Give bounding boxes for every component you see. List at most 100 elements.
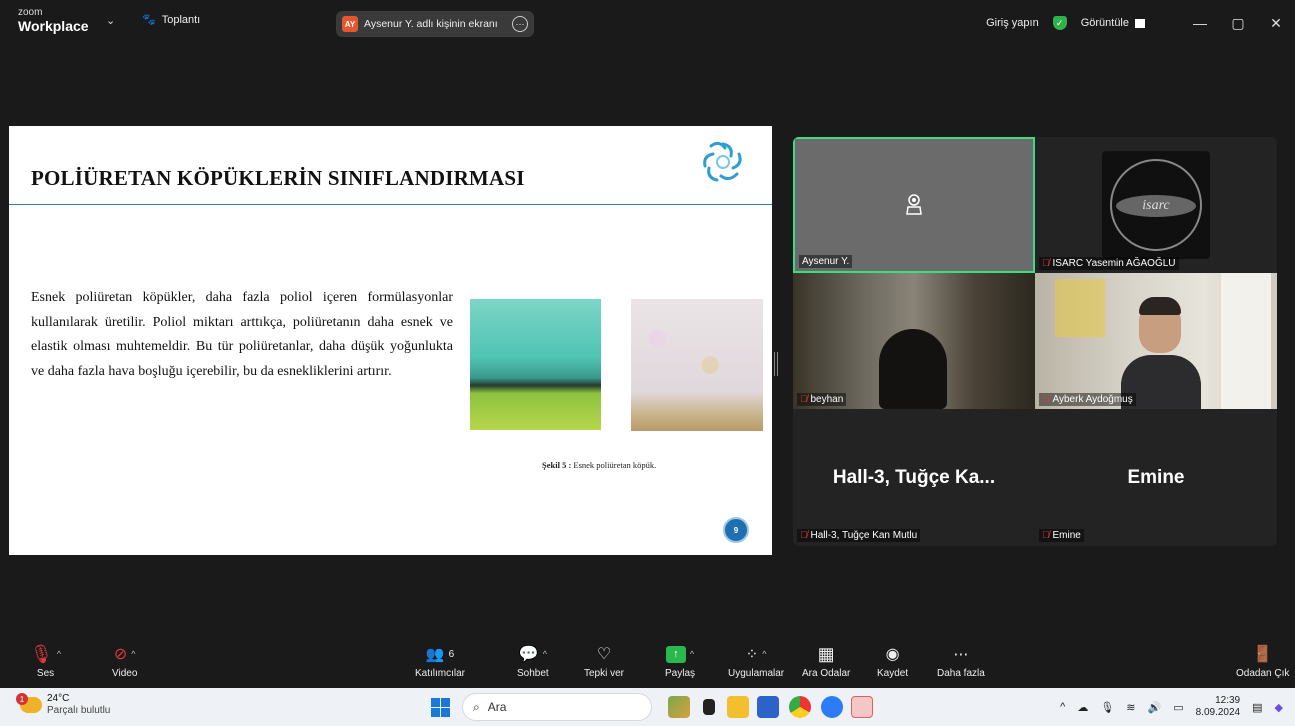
leave-room-button[interactable]: 🚪 Odadan Çık — [1236, 640, 1289, 679]
sign-in-link[interactable]: Giriş yapın — [986, 17, 1039, 29]
title-bar: zoom Workplace ⌄ 🐾 Toplantı AY Aysenur Y… — [0, 0, 1295, 46]
react-button[interactable]: ♡ Tepki ver — [584, 640, 624, 679]
participant-name: beyhan — [810, 394, 844, 405]
camera-off-icon — [906, 194, 922, 215]
weather-condition: Parçalı bulutlu — [47, 705, 111, 716]
notifications-icon[interactable]: ▤ — [1252, 701, 1262, 714]
video-button[interactable]: ⊘ ^ Video — [112, 640, 137, 679]
participant-display-name: Emine — [1127, 467, 1185, 488]
breakout-grid-icon: ▦ — [817, 643, 835, 664]
participants-button[interactable]: 👥 6 Katılımcılar — [415, 640, 465, 679]
caption-label: Şekil 5 : — [542, 460, 572, 470]
word-app-icon[interactable] — [757, 696, 779, 718]
title-divider — [9, 204, 772, 205]
video-off-icon: ⊘ — [113, 646, 128, 663]
zoom-workplace-logo[interactable]: zoom Workplace — [18, 8, 89, 34]
split-view-handle[interactable] — [774, 352, 778, 376]
mic-muted-icon: 🎙 — [30, 643, 53, 664]
muted-mic-icon: 🎙̸ — [1042, 394, 1050, 405]
battery-icon[interactable]: ▭ — [1173, 701, 1183, 714]
screen-share-indicator[interactable]: AY Aysenur Y. adlı kişinin ekranı ··· — [336, 11, 534, 37]
chevron-up-icon[interactable]: ^ — [543, 649, 547, 659]
heart-icon: ♡ — [596, 646, 612, 663]
shared-screen-slide: POLİÜRETAN KÖPÜKLERİN SINIFLANDIRMASI Es… — [9, 126, 772, 555]
bookshelf — [1221, 273, 1271, 409]
participant-name-tag: Aysenur Y. — [799, 255, 853, 268]
chevron-up-icon[interactable]: ^ — [762, 649, 766, 659]
audio-button[interactable]: 🎙 ^ Ses — [30, 640, 61, 680]
more-options-icon[interactable]: ··· — [512, 16, 528, 32]
participant-name-tag: 🎙̸ Ayberk Aydoğmuş — [1039, 393, 1136, 406]
figure-caption: Şekil 5 : Esnek poliüretan köpük. — [542, 460, 656, 470]
slide-body-text: Esnek poliüretan köpükler, daha fazla po… — [31, 290, 453, 379]
chevron-up-icon[interactable]: ^ — [57, 649, 61, 659]
participant-tile[interactable]: Emine 🎙̸ Emine — [1035, 409, 1277, 545]
landscape-app-icon[interactable] — [668, 696, 690, 718]
brand-bottom: Workplace — [18, 18, 89, 34]
apps-button[interactable]: ⁘ ^ Uygulamalar — [728, 640, 784, 679]
chat-button[interactable]: 💬 ^ Sohbet — [517, 640, 549, 679]
participant-tile[interactable]: 🎙̸ Ayberk Aydoğmuş — [1035, 273, 1277, 409]
participant-name: Aysenur Y. — [802, 256, 850, 267]
volume-icon[interactable]: 🔊 — [1148, 701, 1162, 714]
share-screen-icon: ↑ — [665, 645, 686, 663]
record-label: Kaydet — [877, 668, 909, 679]
participant-name-tag: 🎙̸ ISARC Yasemin AĞAOĞLU — [1039, 257, 1179, 270]
chrome-icon[interactable] — [789, 696, 811, 718]
more-button[interactable]: ⋯ Daha fazla — [937, 640, 985, 679]
maximize-button[interactable]: ▢ — [1219, 15, 1257, 32]
wifi-icon[interactable]: ≋ — [1126, 701, 1135, 714]
chat-icon: 💬 — [518, 646, 539, 663]
participant-video — [879, 329, 947, 409]
file-explorer-icon[interactable] — [727, 696, 749, 718]
windows-start-icon[interactable] — [431, 698, 450, 717]
view-grid-icon — [1135, 18, 1145, 28]
muted-mic-icon: 🎙̸ — [800, 530, 808, 541]
view-button[interactable]: Görüntüle — [1081, 17, 1145, 29]
task-view-icon[interactable] — [703, 699, 715, 715]
caption-text: Esnek poliüretan köpük. — [571, 460, 657, 470]
chevron-up-icon[interactable]: ^ — [131, 649, 135, 659]
participant-tile[interactable]: Aysenur Y. — [793, 137, 1035, 273]
leave-room-icon: 🚪 — [1252, 646, 1273, 663]
microphone-icon[interactable]: 🎙 — [1100, 701, 1114, 714]
clock-date: 8.09.2024 — [1195, 707, 1241, 718]
zoom-taskbar-icon[interactable] — [821, 696, 843, 718]
share-button[interactable]: ↑ ^ Paylaş — [665, 640, 695, 679]
search-placeholder: Ara — [487, 700, 507, 714]
participant-gallery: Aysenur Y. isarc 🎙̸ ISARC Yasemin AĞAOĞLU… — [793, 137, 1277, 546]
participant-name: Emine — [1052, 530, 1081, 541]
breakout-label: Ara Odalar — [802, 668, 851, 679]
view-label: Görüntüle — [1080, 17, 1129, 29]
participant-name-tag: 🎙̸ beyhan — [797, 393, 847, 406]
paw-icon: 🐾 — [142, 14, 156, 26]
minimize-button[interactable]: — — [1181, 15, 1219, 31]
muted-mic-icon: 🎙̸ — [1042, 258, 1050, 269]
chevron-up-icon[interactable]: ^ — [690, 649, 694, 659]
copilot-icon[interactable]: ◆ — [1275, 701, 1283, 714]
clock[interactable]: 12:39 8.09.2024 — [1196, 695, 1241, 719]
chevron-up-icon[interactable]: ^ — [1060, 701, 1065, 713]
logo-text: isarc — [1116, 195, 1196, 217]
record-button[interactable]: ◉ Kaydet — [877, 640, 908, 679]
share-label: Aysenur Y. adlı kişinin ekranı — [364, 18, 498, 30]
snipping-tool-icon[interactable] — [851, 696, 873, 718]
windows-taskbar: 1 24°C Parçalı bulutlu ⌕ Ara ^ ☁ 🎙 ≋ 🔊 ▭… — [0, 688, 1295, 726]
cloud-sync-icon[interactable]: ☁ — [1077, 701, 1088, 714]
participant-tile[interactable]: Hall-3, Tuğçe Ka... 🎙̸ Hall-3, Tuğçe Kan … — [793, 409, 1035, 545]
taskbar-search[interactable]: ⌕ Ara — [462, 693, 652, 721]
chevron-down-icon[interactable]: ⌄ — [106, 14, 115, 27]
notification-badge: 1 — [16, 693, 28, 705]
more-icon: ⋯ — [953, 646, 969, 663]
sharer-avatar: AY — [342, 16, 358, 32]
weather-widget[interactable]: 1 24°C Parçalı bulutlu — [16, 693, 111, 717]
breakout-rooms-button[interactable]: ▦ Ara Odalar — [802, 640, 851, 680]
security-shield-icon[interactable]: ✓ — [1052, 16, 1067, 30]
meeting-menu[interactable]: 🐾 Toplantı — [142, 13, 200, 27]
muted-mic-icon: 🎙̸ — [1042, 530, 1050, 541]
participant-tile[interactable]: 🎙̸ beyhan — [793, 273, 1035, 409]
participant-tile[interactable]: isarc 🎙̸ ISARC Yasemin AĞAOĞLU — [1035, 137, 1277, 273]
participant-name: Hall-3, Tuğçe Kan Mutlu — [810, 530, 918, 541]
close-button[interactable]: ✕ — [1257, 15, 1295, 32]
participants-count: 6 — [448, 648, 455, 660]
